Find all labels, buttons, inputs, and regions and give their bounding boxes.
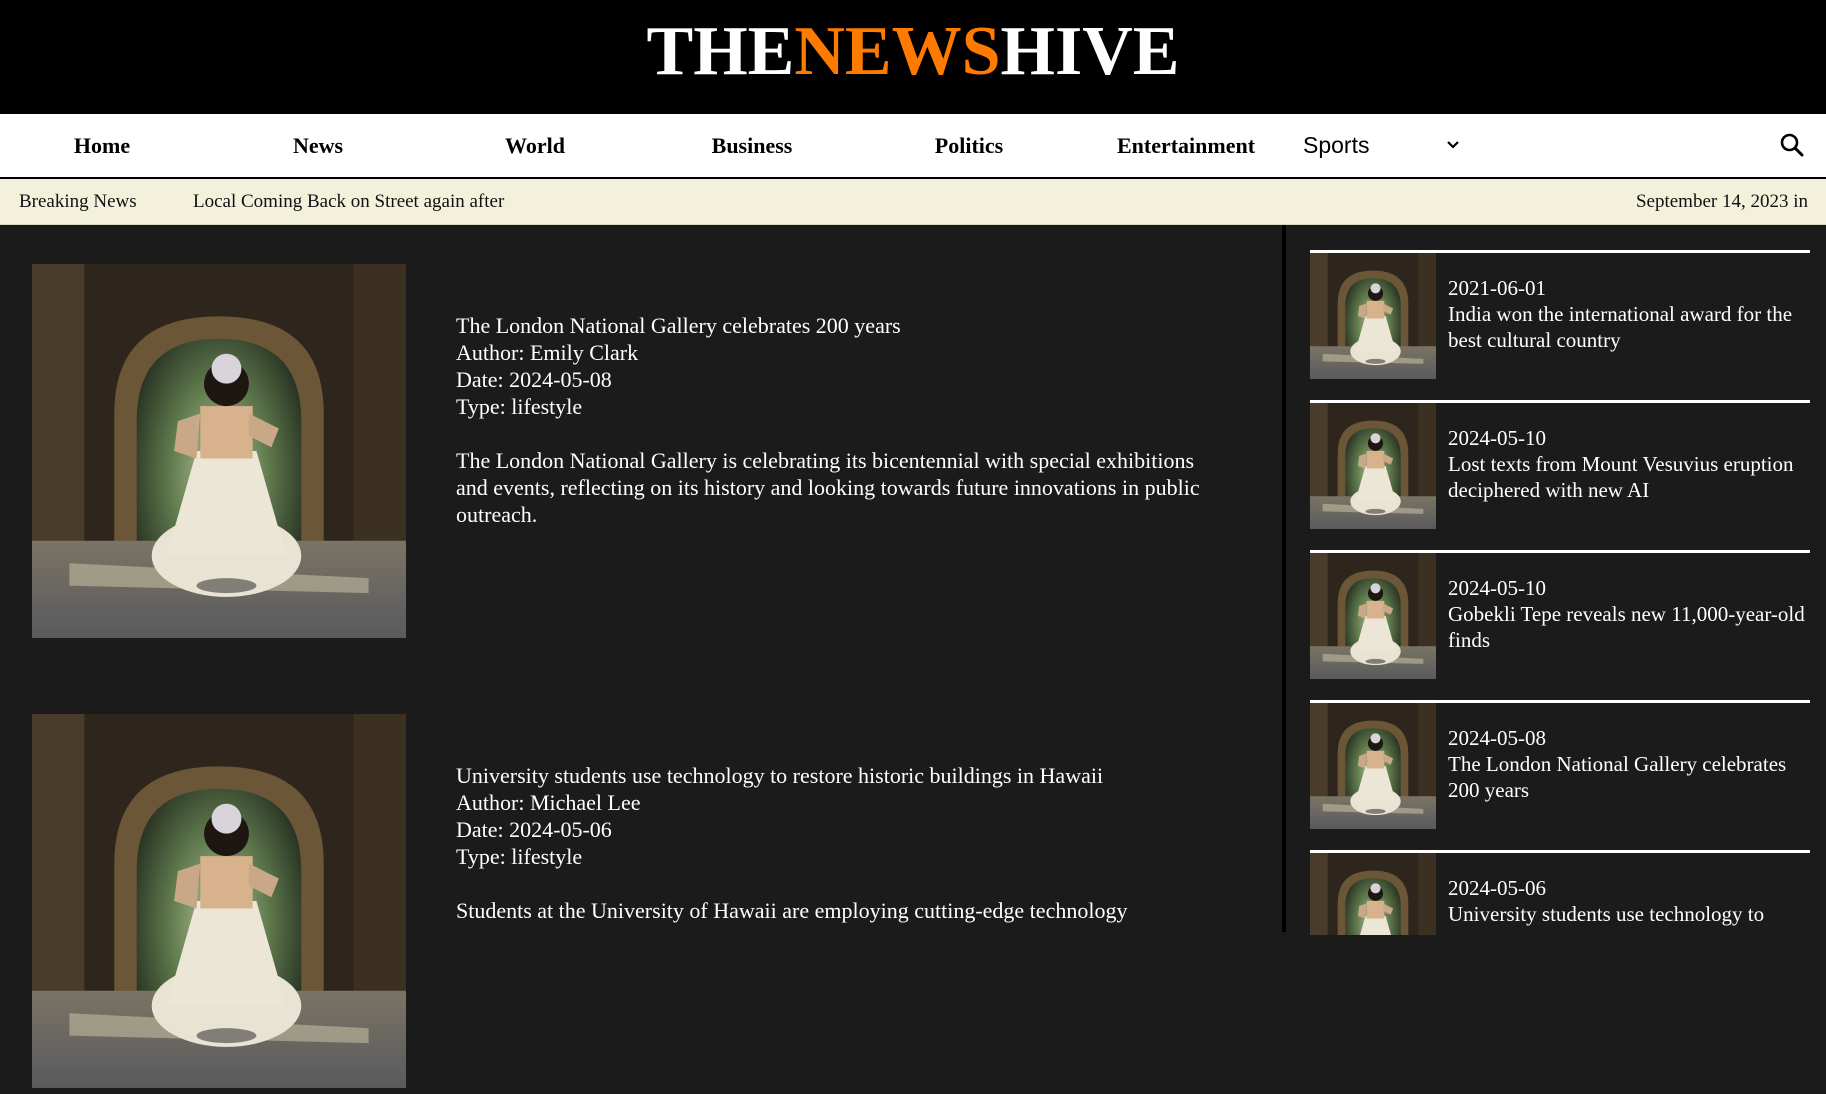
search-icon[interactable] [1778, 131, 1806, 159]
article-card[interactable]: The London National Gallery celebrates 2… [32, 264, 1262, 644]
nav-business[interactable]: Business [712, 114, 793, 177]
sidebar-title[interactable]: Lost texts from Mount Vesuvius eruption … [1448, 451, 1810, 503]
sidebar-thumbnail[interactable] [1310, 253, 1436, 379]
sidebar-card[interactable]: 2024-05-10 Lost texts from Mount Vesuviu… [1310, 400, 1810, 535]
sidebar-thumbnail[interactable] [1310, 553, 1436, 679]
sidebar-info: 2024-05-06 University students use techn… [1448, 875, 1810, 927]
sidebar-title[interactable]: Gobekli Tepe reveals new 11,000-year-old… [1448, 601, 1810, 653]
sidebar-title[interactable]: The London National Gallery celebrates 2… [1448, 751, 1810, 803]
article-summary: Students at the University of Hawaii are… [456, 898, 1128, 923]
sidebar-card[interactable]: 2021-06-01 India won the international a… [1310, 250, 1810, 385]
logo-part-hive: HIVE [1000, 13, 1180, 90]
breaking-news-date: September 14, 2023 in [1635, 191, 1808, 212]
nav-world[interactable]: World [505, 114, 565, 177]
article-author: Author: Emily Clark [456, 340, 639, 365]
article-image[interactable] [32, 714, 406, 1088]
sidebar-title[interactable]: India won the international award for th… [1448, 301, 1810, 353]
article-title[interactable]: University students use technology to re… [456, 762, 1216, 789]
sidebar-card[interactable]: 2024-05-06 University students use techn… [1310, 850, 1810, 935]
nav-home[interactable]: Home [74, 114, 130, 177]
nav-entertainment[interactable]: Entertainment [1117, 114, 1255, 177]
chevron-down-icon [1443, 125, 1463, 165]
sidebar-card[interactable]: 2024-05-10 Gobekli Tepe reveals new 11,0… [1310, 550, 1810, 685]
sidebar-thumbnail[interactable] [1310, 403, 1436, 529]
sidebar-thumbnail[interactable] [1310, 703, 1436, 829]
article-date: Date: 2024-05-08 [456, 367, 612, 392]
sports-select[interactable]: Sports [1303, 125, 1463, 165]
article-summary: The London National Gallery is celebrati… [456, 448, 1200, 527]
nav-politics[interactable]: Politics [935, 114, 1003, 177]
logo-part-news: NEWS [794, 13, 1001, 90]
article-text: The London National Gallery celebrates 2… [456, 312, 1216, 528]
main-nav: Home News World Business Politics Entert… [0, 114, 1826, 179]
sidebar-info: 2024-05-10 Lost texts from Mount Vesuviu… [1448, 425, 1810, 503]
sidebar-info: 2021-06-01 India won the international a… [1448, 275, 1810, 353]
sidebar-info: 2024-05-10 Gobekli Tepe reveals new 11,0… [1448, 575, 1810, 653]
site-logo[interactable]: THE NEWS HIVE [647, 17, 1180, 87]
nav-news[interactable]: News [293, 114, 343, 177]
article-card[interactable]: University students use technology to re… [32, 714, 1262, 1094]
sidebar-date: 2024-05-08 [1448, 726, 1546, 750]
sidebar-info: 2024-05-08 The London National Gallery c… [1448, 725, 1810, 803]
sidebar-title[interactable]: University students use technology to [1448, 901, 1810, 927]
sidebar-date: 2024-05-10 [1448, 576, 1546, 600]
article-image[interactable] [32, 264, 406, 638]
masthead: THE NEWS HIVE [0, 0, 1826, 114]
breaking-news-label: Breaking News [19, 191, 137, 212]
sports-select-value: Sports [1303, 132, 1370, 158]
article-type: Type: lifestyle [456, 844, 583, 869]
article-title[interactable]: The London National Gallery celebrates 2… [456, 312, 1216, 339]
sidebar-card[interactable]: 2024-05-08 The London National Gallery c… [1310, 700, 1810, 835]
article-date: Date: 2024-05-06 [456, 817, 612, 842]
sidebar-date: 2024-05-10 [1448, 426, 1546, 450]
article-type: Type: lifestyle [456, 394, 583, 419]
column-divider [1282, 225, 1286, 932]
sidebar-date: 2021-06-01 [1448, 276, 1546, 300]
breaking-news-headline[interactable]: Local Coming Back on Street again after [193, 179, 504, 224]
article-text: University students use technology to re… [456, 762, 1216, 924]
breaking-news-bar: Breaking News Local Coming Back on Stree… [0, 179, 1826, 225]
logo-part-the: THE [646, 13, 795, 90]
sidebar-date: 2024-05-06 [1448, 876, 1546, 900]
sidebar-thumbnail[interactable] [1310, 853, 1436, 935]
article-author: Author: Michael Lee [456, 790, 641, 815]
